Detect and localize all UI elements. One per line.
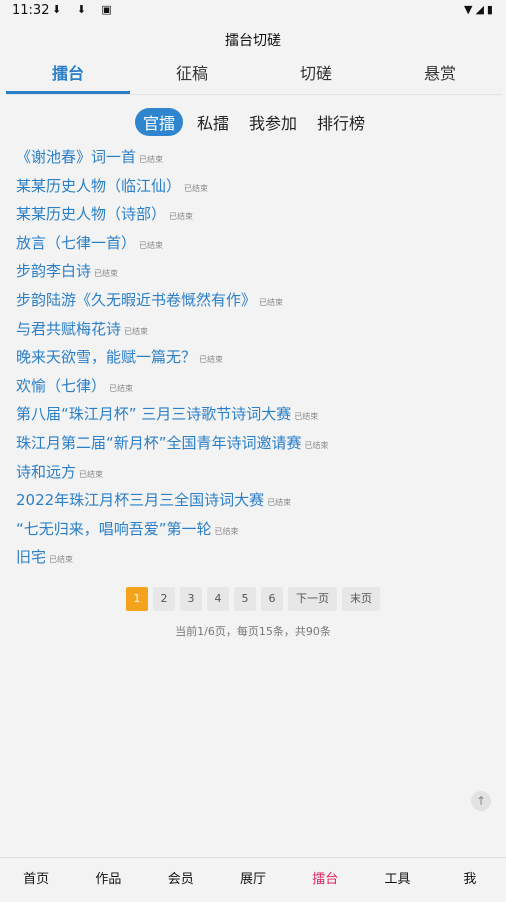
item-title[interactable]: 步韵陆游《久无暇近书卷慨然有作》 — [16, 289, 256, 310]
list-item[interactable]: 步韵李白诗 已结束 — [16, 260, 496, 289]
item-status: 已结束 — [139, 155, 164, 164]
list-item[interactable]: 晚来天欲雪，能赋一篇无？ 已结束 — [16, 346, 496, 375]
top-tabs: 擂台 征稿 切磋 悬赏 — [6, 58, 502, 95]
nav-gallery[interactable]: 展厅 — [217, 858, 289, 902]
list-item[interactable]: “七无归来，唱响吾爱”第一轮 已结束 — [16, 518, 496, 547]
nav-works[interactable]: 作品 — [72, 858, 144, 902]
nav-tools[interactable]: 工具 — [361, 858, 433, 902]
list-item[interactable]: 第八届“珠江月杯” 三月三诗歌节诗词大赛 已结束 — [16, 403, 496, 432]
item-status: 已结束 — [294, 412, 319, 422]
list-item[interactable]: 诗和远方 已结束 — [16, 461, 496, 490]
item-title[interactable]: 步韵李白诗 — [16, 260, 91, 281]
subtab-ranking[interactable]: 排行榜 — [311, 108, 371, 136]
item-title[interactable]: 晚来天欲雪，能赋一篇无？ — [16, 346, 196, 367]
item-status: 已结束 — [199, 355, 224, 365]
nav-leitai[interactable]: 擂台 — [289, 858, 361, 902]
item-title[interactable]: 某某历史人物（临江仙） — [16, 175, 181, 196]
list-item[interactable]: 与君共赋梅花诗 已结束 — [16, 318, 496, 347]
subtab-joined[interactable]: 我参加 — [243, 108, 303, 136]
item-title[interactable]: 诗和远方 — [16, 461, 76, 482]
subtab-official[interactable]: 官擂 — [134, 108, 183, 136]
pagination: 1 2 3 4 5 6 下一页 末页 — [0, 587, 506, 611]
list-item[interactable]: 欢愉（七律） 已结束 — [16, 375, 496, 404]
tab-zhenggao[interactable]: 征稿 — [130, 58, 254, 94]
tab-leitai[interactable]: 擂台 — [6, 58, 130, 94]
arrow-up-icon[interactable]: ↑ — [471, 791, 491, 811]
list-item[interactable]: 某某历史人物（诗部） 已结束 — [16, 203, 496, 232]
list-item[interactable]: 某某历史人物（临江仙） 已结束 — [16, 175, 496, 204]
status-bar: 11:32 ⬇ ⬇ ▣ ▼◢▮ — [0, 0, 506, 22]
item-status: 已结束 — [49, 555, 74, 565]
tab-qiecuo[interactable]: 切磋 — [254, 58, 378, 94]
item-status: 已结束 — [139, 240, 164, 250]
nav-home[interactable]: 首页 — [0, 858, 72, 902]
item-status: 已结束 — [267, 498, 292, 508]
item-title[interactable]: 与君共赋梅花诗 — [16, 318, 121, 339]
item-status: 已结束 — [184, 183, 209, 193]
page-button[interactable]: 5 — [234, 587, 256, 611]
page-button[interactable]: 4 — [207, 587, 229, 611]
page-info: 当前1/6页，每页15条，共90条 — [175, 625, 331, 638]
page-button[interactable]: 2 — [153, 587, 175, 611]
sub-tabs: 官擂 私擂 我参加 排行榜 — [0, 108, 506, 136]
list-item[interactable]: 旧宅 已结束 — [16, 546, 496, 575]
item-title[interactable]: 放言（七律一首） — [16, 232, 136, 253]
item-title[interactable]: “七无归来，唱响吾爱”第一轮 — [16, 518, 212, 539]
item-status: 已结束 — [259, 297, 284, 307]
item-status: 已结束 — [109, 383, 134, 393]
item-title[interactable]: 珠江月第二届“新月杯”全国青年诗词邀请赛 — [16, 432, 302, 453]
page-button[interactable]: 6 — [261, 587, 283, 611]
subtab-private[interactable]: 私擂 — [191, 108, 235, 136]
list-item[interactable]: 2022年珠江月杯三月三全国诗词大赛 已结束 — [16, 489, 496, 518]
list-item[interactable]: 步韵陆游《久无暇近书卷慨然有作》 已结束 — [16, 289, 496, 318]
page-title: 擂台切磋 — [225, 33, 281, 49]
nav-me[interactable]: 我 — [434, 858, 506, 902]
item-title[interactable]: 欢愉（七律） — [16, 375, 106, 396]
item-status: 已结束 — [214, 526, 239, 536]
item-status: 已结束 — [94, 269, 119, 279]
item-title[interactable]: 第八届“珠江月杯” 三月三诗歌节诗词大赛 — [16, 403, 291, 424]
list-item[interactable]: 珠江月第二届“新月杯”全国青年诗词邀请赛 已结束 — [16, 432, 496, 461]
list-item[interactable]: 放言（七律一首） 已结束 — [16, 232, 496, 261]
page-button[interactable]: 1 — [126, 587, 148, 611]
item-status: 已结束 — [124, 326, 149, 336]
last-page-button[interactable]: 末页 — [342, 587, 380, 611]
item-status: 已结束 — [169, 212, 194, 222]
next-page-button[interactable]: 下一页 — [288, 587, 337, 611]
item-title[interactable]: 旧宅 — [16, 546, 46, 567]
signal-battery-icons: ▼◢▮ — [464, 3, 496, 16]
bottom-nav: 首页 作品 会员 展厅 擂台 工具我 — [0, 857, 506, 902]
page-button[interactable]: 3 — [180, 587, 202, 611]
item-status: 已结束 — [304, 440, 329, 450]
list-item[interactable]: 《谢池春》词一首 已结束 — [16, 146, 496, 175]
tab-xuanshang[interactable]: 悬赏 — [378, 58, 502, 94]
status-time: 11:32 — [12, 3, 50, 18]
contest-list: 《谢池春》词一首 已结束 某某历史人物（临江仙） 已结束 某某历史人物（诗部） 已结束 放言… — [16, 146, 496, 575]
notification-icons: ⬇ ⬇ ▣ — [52, 3, 118, 16]
item-title[interactable]: 2022年珠江月杯三月三全国诗词大赛 — [16, 489, 264, 510]
nav-members[interactable]: 会员 — [145, 858, 217, 902]
item-title[interactable]: 《谢池春》词一首 — [16, 146, 136, 167]
item-status: 已结束 — [79, 469, 104, 479]
item-title[interactable]: 某某历史人物（诗部） — [16, 203, 166, 224]
